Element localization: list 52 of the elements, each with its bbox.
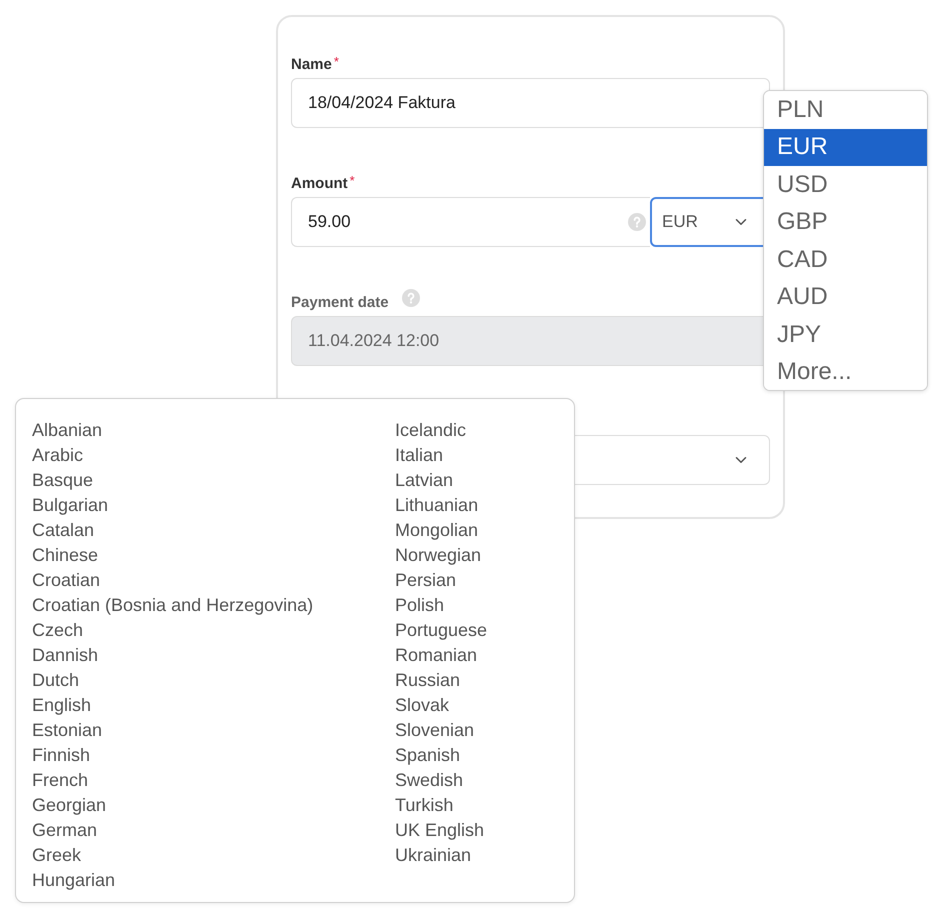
amount-field[interactable]: 59.00 — [291, 197, 650, 247]
language-option[interactable]: UK English — [395, 818, 484, 843]
language-option[interactable]: Basque — [32, 468, 94, 493]
language-option[interactable]: Dannish — [32, 643, 98, 668]
language-option[interactable]: Slovak — [395, 693, 450, 718]
language-option[interactable]: Finnish — [32, 743, 90, 768]
language-option[interactable]: Portuguese — [395, 618, 488, 643]
currency-option[interactable]: USD — [764, 166, 927, 204]
language-option[interactable]: Dutch — [32, 668, 80, 693]
language-option[interactable]: Croatian — [32, 568, 100, 593]
language-option[interactable]: Arabic — [32, 443, 84, 468]
name-field[interactable]: 18/04/2024 Faktura — [291, 78, 770, 128]
currency-option[interactable]: EUR — [764, 128, 927, 166]
currency-option[interactable]: AUD — [764, 278, 927, 316]
language-option[interactable]: Bulgarian — [32, 493, 108, 518]
language-option[interactable]: Turkish — [395, 793, 454, 818]
language-option[interactable]: Romanian — [395, 643, 478, 668]
language-option[interactable]: Russian — [395, 668, 460, 693]
language-option[interactable]: Italian — [395, 443, 444, 468]
currency-option[interactable]: PLN — [764, 91, 927, 128]
language-option[interactable]: Mongolian — [395, 518, 478, 543]
language-option[interactable]: Georgian — [32, 793, 106, 818]
language-option[interactable]: Catalan — [32, 518, 94, 543]
currency-option[interactable]: JPY — [764, 316, 927, 354]
language-option[interactable]: Icelandic — [395, 418, 466, 443]
language-option[interactable]: Greek — [32, 843, 82, 868]
language-option[interactable]: Norwegian — [395, 543, 482, 568]
language-option[interactable]: Polish — [395, 593, 444, 618]
language-option[interactable]: German — [32, 818, 98, 843]
language-option[interactable]: English — [32, 693, 92, 718]
language-option[interactable]: Slovenian — [395, 718, 474, 743]
language-option[interactable]: Ukrainian — [395, 843, 472, 868]
language-option[interactable]: Swedish — [395, 768, 464, 793]
language-option[interactable]: Latvian — [395, 468, 454, 493]
language-option[interactable]: Estonian — [32, 718, 102, 743]
currency-option[interactable]: GBP — [764, 204, 927, 241]
language-option[interactable]: French — [32, 768, 88, 793]
currency-option[interactable]: CAD — [764, 241, 927, 278]
currency-option[interactable]: More... — [764, 354, 927, 390]
field-label: Amount — [291, 176, 348, 190]
language-option[interactable]: Chinese — [32, 543, 98, 568]
required-mark: * — [350, 174, 355, 187]
language-option[interactable]: Spanish — [395, 743, 460, 768]
language-option[interactable]: Albanian — [32, 418, 102, 443]
language-option[interactable]: Lithuanian — [395, 493, 478, 518]
language-option[interactable]: Croatian (Bosnia and Herzegovina) — [32, 593, 314, 618]
language-option[interactable]: Hungarian — [32, 868, 116, 893]
language-option[interactable]: Persian — [395, 568, 456, 593]
required-mark: * — [334, 55, 339, 68]
field-label: Payment date — [291, 294, 389, 310]
field-label: Name — [291, 56, 332, 72]
language-option[interactable]: Czech — [32, 618, 84, 643]
